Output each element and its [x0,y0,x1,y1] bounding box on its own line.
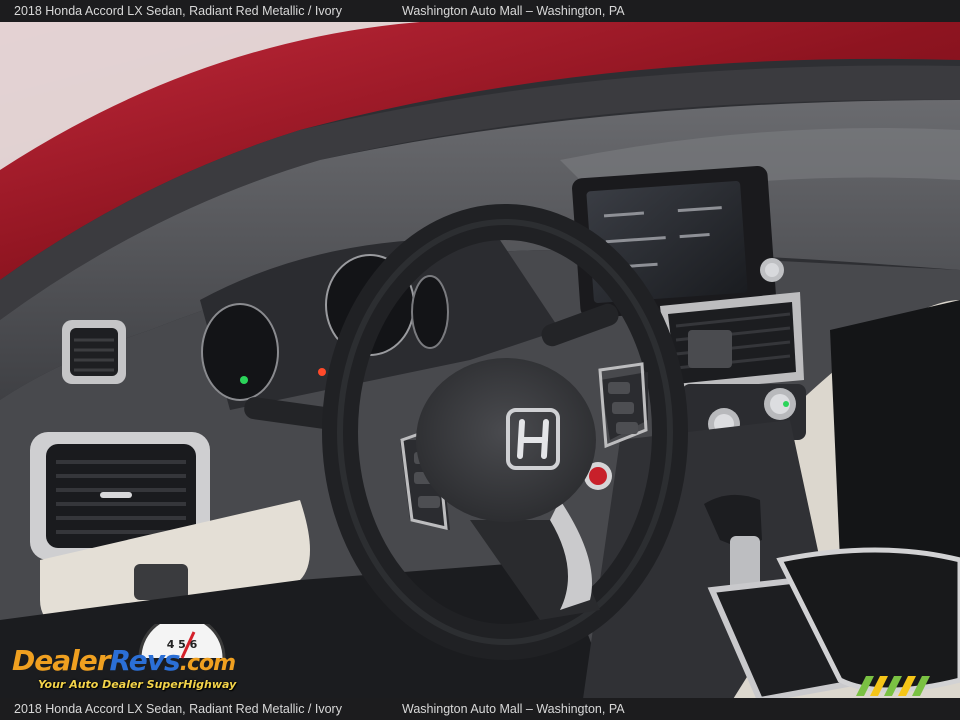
brand-part-2: Revs [109,644,181,677]
vehicle-caption: 2018 Honda Accord LX Sedan, Radiant Red … [14,4,342,18]
brand-wordmark: DealerRevs.com [12,644,236,677]
brand-tagline: Your Auto Dealer SuperHighway [38,678,237,691]
dealerrevs-watermark: 4 5 6 DealerRevs.com Your Auto Dealer Su… [12,624,268,698]
interior-photo [0,0,960,720]
brand-part-1: Dealer [12,644,111,677]
dealer-caption: Washington Auto Mall – Washington, PA [402,4,625,18]
washington-auto-mall-logo-icon [856,676,930,696]
photo-frame: 2018 Honda Accord LX Sedan, Radiant Red … [0,0,960,720]
caption-bar-bottom: 2018 Honda Accord LX Sedan, Radiant Red … [0,698,960,720]
dealer-caption-bottom: Washington Auto Mall – Washington, PA [402,702,625,716]
brand-part-3: .com [179,651,236,676]
vehicle-caption-bottom: 2018 Honda Accord LX Sedan, Radiant Red … [14,702,342,716]
caption-bar-top: 2018 Honda Accord LX Sedan, Radiant Red … [0,0,960,22]
